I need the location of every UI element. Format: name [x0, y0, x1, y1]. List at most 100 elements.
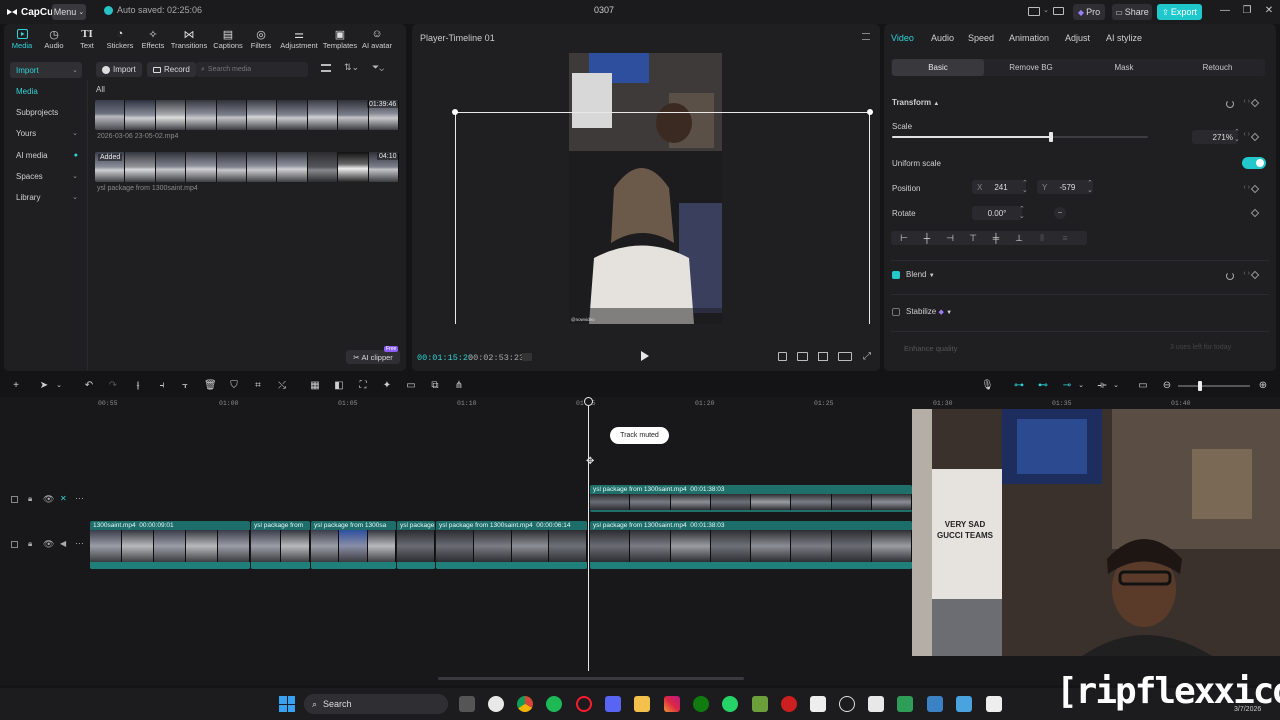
transform-header[interactable]: Transform ▲	[892, 98, 939, 107]
resize-handle[interactable]	[867, 109, 873, 115]
scale-stepper-icon[interactable]: ⌃ ⌄	[1234, 129, 1240, 143]
align-left-icon[interactable]: ⊢	[893, 231, 915, 245]
fit-icon[interactable]	[797, 352, 808, 361]
record-button[interactable]: Record	[147, 62, 196, 77]
main-track-clip[interactable]: ysl package from 1300saint.mp4 00:00:06:…	[436, 521, 587, 569]
export-button[interactable]: ⇪ Export	[1157, 4, 1202, 20]
zoom-slider-thumb[interactable]	[1198, 381, 1202, 391]
chatgpt-icon[interactable]	[839, 696, 855, 712]
chevron-down-icon[interactable]: ⌄	[1110, 380, 1122, 392]
crop-tool-icon[interactable]: ⌗	[252, 380, 264, 392]
discord-icon[interactable]	[605, 696, 621, 712]
main-track-clip[interactable]: ysl package from 1300sa	[311, 521, 396, 569]
filter-icon[interactable]: ⏷⌄	[372, 62, 384, 73]
upper-track-clip[interactable]: ysl package from 1300saint.mp4 00:01:38:…	[590, 485, 912, 512]
sidebar-item-yours[interactable]: Yours ⌄	[10, 125, 82, 141]
audio-icon[interactable]: ◀	[60, 539, 66, 548]
blend-header[interactable]: Blend ▼	[906, 270, 935, 279]
selection-box[interactable]	[455, 112, 870, 324]
zoom-slider[interactable]	[1178, 381, 1250, 391]
transcript-icon[interactable]: ▭	[405, 380, 417, 392]
preview-axis-icon[interactable]: ⟛	[1096, 380, 1108, 392]
playhead-handle[interactable]	[584, 397, 593, 406]
magic-icon[interactable]: ✦	[381, 380, 393, 392]
tab-templates[interactable]: ▣ Templates	[322, 28, 358, 51]
whatsapp-icon[interactable]	[722, 696, 738, 712]
sidebar-item-ai-media[interactable]: AI media ●	[10, 147, 82, 163]
keyframe-icon[interactable]	[1250, 270, 1260, 280]
resize-handle[interactable]	[452, 109, 458, 115]
cover-icon[interactable]	[11, 496, 18, 503]
keyframe-icon[interactable]	[1250, 132, 1260, 142]
tab-captions[interactable]: ▤ Captions	[210, 28, 246, 51]
cover-icon[interactable]	[11, 541, 18, 548]
tab-adjustment[interactable]: ⚌ Adjustment	[280, 28, 318, 51]
blend-checkbox[interactable]	[892, 271, 900, 279]
keyframe-nav-icon[interactable]: ‹ ›	[1243, 131, 1250, 138]
linkage-icon[interactable]: ⊸	[1061, 380, 1073, 392]
rotate-input[interactable]: 0.00°	[972, 206, 1022, 220]
tab-video[interactable]: Video	[891, 33, 914, 43]
tab-stickers[interactable]: ◔ Stickers	[102, 28, 138, 50]
speed-curve-icon[interactable]: ⤯	[276, 380, 288, 392]
comment-icon[interactable]: ▭	[1137, 380, 1149, 392]
eye-icon[interactable]: 👁︎	[43, 539, 54, 550]
align-bottom-icon[interactable]: ⊥	[1008, 231, 1030, 245]
redo-icon[interactable]: ↷	[107, 380, 119, 392]
layout-dropdown-icon[interactable]: ⌄	[1043, 6, 1049, 14]
auto-reframe-icon[interactable]: ⛶	[357, 380, 369, 392]
subtab-retouch[interactable]: Retouch	[1171, 59, 1264, 76]
mirror-icon[interactable]: ◧	[333, 380, 345, 392]
sort-icon[interactable]: ⇅⌄	[344, 62, 359, 73]
fullscreen-frame-icon[interactable]	[818, 352, 828, 361]
lock-icon[interactable]: 🔒︎	[28, 494, 32, 504]
split-left-icon[interactable]: ⫞	[156, 380, 168, 392]
undo-icon[interactable]: ↶	[83, 380, 95, 392]
add-track-icon[interactable]: +	[10, 380, 22, 392]
reset-icon[interactable]	[1226, 272, 1234, 280]
close-icon[interactable]: ✕	[1262, 4, 1276, 18]
align-right-icon[interactable]: ⊣	[939, 231, 961, 245]
minimize-icon[interactable]: —	[1218, 4, 1232, 18]
rotate-stepper-icon[interactable]: ⌃ ⌄	[1019, 206, 1025, 220]
spotify-icon[interactable]	[546, 696, 562, 712]
align-center-h-icon[interactable]: ┼	[916, 231, 938, 245]
subtab-basic[interactable]: Basic	[892, 59, 984, 76]
app-icon[interactable]	[897, 696, 913, 712]
playhead[interactable]	[588, 397, 589, 671]
scale-input[interactable]: 271%	[1192, 130, 1238, 144]
pro-button[interactable]: ◆ Pro	[1073, 4, 1105, 20]
capcut-active-icon[interactable]	[986, 696, 1002, 712]
split-icon[interactable]: ⫲	[132, 380, 144, 392]
subtab-mask[interactable]: Mask	[1078, 59, 1170, 76]
marker-icon[interactable]: ⛉	[228, 380, 240, 392]
more-icon[interactable]: ⋯	[75, 538, 84, 549]
main-track-clip[interactable]: ysl package from	[251, 521, 310, 569]
uniform-scale-toggle[interactable]	[1242, 157, 1266, 169]
snipping-icon[interactable]	[868, 696, 884, 712]
red-app-icon[interactable]	[781, 696, 797, 712]
sidebar-item-media[interactable]: Media	[10, 83, 82, 99]
chrome-icon[interactable]	[517, 696, 533, 712]
eye-icon[interactable]: 👁︎	[43, 494, 54, 505]
scale-slider-thumb[interactable]	[1048, 132, 1053, 142]
audio-separate-icon[interactable]: ⋔	[453, 380, 465, 392]
tab-filters[interactable]: ◎ Filters	[243, 28, 279, 51]
tab-animation[interactable]: Animation	[1009, 33, 1049, 43]
sidebar-item-spaces[interactable]: Spaces ⌄	[10, 168, 82, 184]
file-explorer-icon[interactable]	[634, 696, 650, 712]
ai-clipper-button[interactable]: ✂ AI clipper	[346, 350, 400, 364]
media-thumbnail[interactable]	[95, 152, 399, 182]
audio-muted-icon[interactable]: ✕	[60, 494, 67, 503]
zoom-in-icon[interactable]: ⊕	[1257, 380, 1269, 392]
timeline-mode-icon[interactable]	[522, 353, 532, 361]
keyframe-icon[interactable]	[1250, 208, 1260, 218]
stabilize-checkbox[interactable]	[892, 308, 900, 316]
ratio-icon[interactable]	[838, 352, 852, 361]
pos-y-stepper-icon[interactable]: ⌃ ⌄	[1087, 180, 1093, 194]
crop-icon[interactable]	[778, 352, 787, 361]
app-icon[interactable]	[956, 696, 972, 712]
tab-effects[interactable]: ✧ Effects	[135, 28, 171, 51]
split-right-icon[interactable]: ⫟	[179, 380, 191, 392]
lock-icon[interactable]: 🔒︎	[28, 539, 32, 549]
